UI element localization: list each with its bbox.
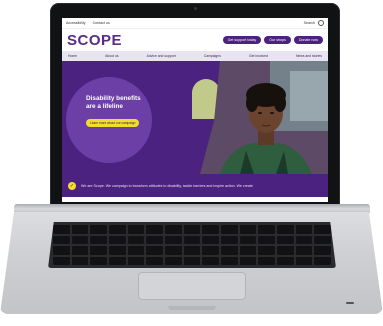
keyboard-key	[146, 256, 163, 265]
keyboard-key	[276, 225, 294, 234]
keyboard-key	[295, 246, 313, 255]
nav-item-home[interactable]: Home	[68, 54, 77, 58]
keyboard-key	[258, 235, 275, 244]
hero-title: Disability benefits are a lifeline	[86, 95, 141, 110]
keyboard-key	[146, 225, 163, 234]
keyboard-key	[220, 235, 238, 244]
intro-text: We are Scope. We campaign to transform a…	[81, 183, 253, 188]
keyboard-key	[239, 225, 257, 234]
search-control[interactable]: Search	[304, 20, 324, 26]
nav-item-about[interactable]: About us	[105, 54, 118, 58]
main-nav: Home About us Advice and support Campaig…	[62, 51, 328, 61]
contact-link[interactable]: Contact us	[93, 21, 110, 25]
keyboard-key	[164, 235, 182, 244]
nav-item-get-involved[interactable]: Get involved	[249, 54, 268, 58]
keyboard-key	[71, 235, 89, 244]
keyboard-key	[183, 256, 201, 265]
keyboard-key	[90, 256, 107, 265]
keyboard-key	[314, 225, 331, 234]
keyboard-key	[164, 225, 182, 234]
scope-mark-icon: ✓	[68, 181, 76, 190]
status-light	[346, 302, 354, 304]
keyboard-key	[71, 225, 89, 234]
hero-photo	[200, 61, 328, 174]
keyboard-key	[239, 235, 257, 244]
keyboard-key	[276, 256, 294, 265]
keyboard-key	[183, 235, 201, 244]
keyboard-key	[108, 256, 126, 265]
keyboard-key	[127, 256, 145, 265]
keyboard-key	[258, 256, 275, 265]
keyboard-key	[202, 235, 219, 244]
keyboard-key	[146, 246, 163, 255]
keyboard-key	[108, 235, 126, 244]
keyboard-key	[258, 225, 275, 234]
trackpad	[138, 272, 246, 300]
keyboard-key	[276, 246, 294, 255]
keyboard-key	[295, 235, 313, 244]
keyboard-key	[202, 225, 219, 234]
keyboard-key	[295, 256, 313, 265]
keyboard-key	[108, 246, 126, 255]
keyboard-key	[258, 246, 275, 255]
search-label: Search	[303, 21, 315, 25]
keyboard-key	[146, 235, 163, 244]
get-support-button[interactable]: Get support today	[222, 36, 262, 44]
keyboard-key	[276, 235, 294, 244]
accessibility-link[interactable]: Accessibility	[66, 21, 86, 25]
laptop-hinge	[14, 204, 370, 213]
nav-item-campaigns[interactable]: Campaigns	[204, 54, 221, 58]
keyboard-key	[220, 246, 238, 255]
keyboard-key	[164, 246, 182, 255]
keyboard-key	[220, 225, 238, 234]
scope-logo[interactable]: SCOPE	[67, 32, 122, 49]
keyboard-key	[53, 256, 70, 265]
keyboard-key	[53, 246, 70, 255]
keyboard-key	[90, 246, 107, 255]
keyboard-key	[53, 235, 70, 244]
keyboard-key	[71, 256, 89, 265]
keyboard-key	[314, 235, 331, 244]
keyboard-key	[90, 235, 107, 244]
keyboard-key	[164, 256, 182, 265]
hero-banner: Disability benefits are a lifeline Learn…	[62, 61, 328, 174]
keyboard-key	[127, 246, 145, 255]
intro-strip: ✓ We are Scope. We campaign to transform…	[62, 174, 328, 197]
keyboard-key	[183, 246, 201, 255]
keyboard-key	[127, 235, 145, 244]
keyboard-key	[239, 246, 257, 255]
keyboard-key	[202, 246, 219, 255]
keyboard-key	[127, 225, 145, 234]
donate-button[interactable]: Donate now	[293, 36, 323, 44]
keyboard-key	[314, 256, 331, 265]
utility-bar: Accessibility Contact us Search	[62, 18, 328, 29]
keyboard	[48, 222, 336, 268]
keyboard-key	[53, 225, 70, 234]
keyboard-key	[183, 225, 201, 234]
keyboard-key	[202, 256, 219, 265]
nav-item-advice[interactable]: Advice and support	[147, 54, 176, 58]
keyboard-key	[220, 256, 238, 265]
hero-cta-button[interactable]: Learn more about our campaign	[86, 119, 140, 127]
keyboard-key	[239, 256, 257, 265]
shops-button[interactable]: Our shops	[264, 36, 291, 44]
site-header: SCOPE Get support today Our shops Donate…	[62, 29, 328, 51]
laptop-screen: Accessibility Contact us Search SCOPE Ge…	[62, 18, 328, 202]
keyboard-key	[295, 225, 313, 234]
header-buttons: Get support today Our shops Donate now	[222, 36, 323, 44]
keyboard-key	[71, 246, 89, 255]
keyboard-key	[314, 246, 331, 255]
keyboard-key	[90, 225, 107, 234]
laptop-front-notch	[168, 306, 216, 310]
search-icon	[318, 20, 324, 26]
webcam	[194, 7, 197, 10]
keyboard-key	[108, 225, 126, 234]
nav-item-news[interactable]: News and stories	[296, 54, 322, 58]
